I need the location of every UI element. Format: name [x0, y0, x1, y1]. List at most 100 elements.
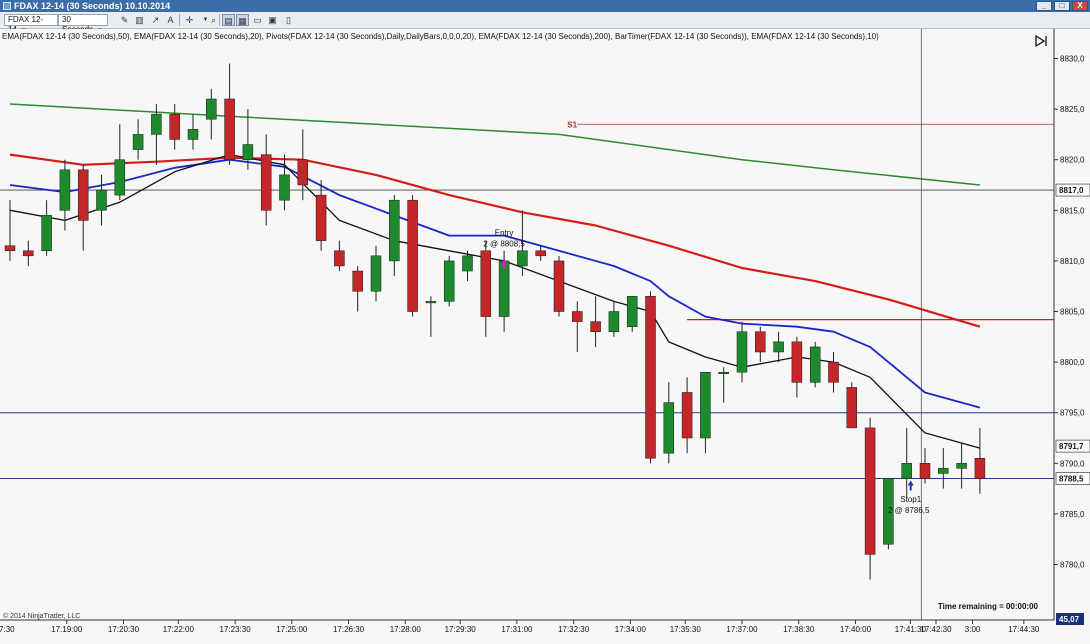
- candle-up: [151, 114, 161, 134]
- indicators-label: EMA(FDAX 12-14 (30 Seconds),50), EMA(FDA…: [2, 32, 879, 41]
- candle-up: [938, 468, 948, 473]
- candle-up: [719, 372, 729, 374]
- x-tick-label: 17:28:00: [390, 625, 422, 634]
- candle-up: [664, 403, 674, 454]
- copyright-text: © 2014 NinjaTrader, LLC: [3, 612, 80, 620]
- x-tick-label: 17:22:00: [163, 625, 195, 634]
- template-icon[interactable]: ▣: [266, 14, 279, 26]
- candle-down: [536, 251, 546, 256]
- x-tick-label: 17:31:00: [501, 625, 533, 634]
- window-title: FDAX 12-14 (30 Seconds) 10.10.2014: [14, 0, 170, 12]
- candle-up: [737, 332, 747, 372]
- candle-down: [316, 195, 326, 241]
- chart-window: FDAX 12-14 (30 Seconds) 10.10.2014 _ □ X…: [0, 0, 1090, 644]
- candle-up: [444, 261, 454, 301]
- y-tick-label: 8820,0: [1060, 156, 1085, 165]
- candle-up: [97, 190, 107, 210]
- app-icon: [3, 2, 11, 10]
- x-tick-label: 17:25:00: [276, 625, 308, 634]
- x-tick-label: 17:19:00: [51, 625, 83, 634]
- bar-chart-icon[interactable]: ▥: [133, 14, 146, 26]
- instrument-select[interactable]: FDAX 12-14▼: [4, 14, 58, 26]
- properties-icon[interactable]: ▤: [222, 14, 235, 26]
- x-tick-label: 17:32:30: [558, 625, 590, 634]
- candle-up: [627, 296, 637, 326]
- x-tick-label: 17:35:30: [670, 625, 702, 634]
- candle-down: [847, 387, 857, 427]
- candle-up: [280, 175, 290, 200]
- close-button[interactable]: X: [1072, 1, 1088, 11]
- candle-up: [902, 463, 912, 478]
- entry-label: Entry: [495, 229, 514, 238]
- crosshair-price-marker: 8817,0: [1059, 186, 1084, 195]
- y-tick-label: 8830,0: [1060, 55, 1085, 64]
- pencil-icon[interactable]: ✎: [118, 14, 131, 26]
- candle-down: [975, 458, 985, 478]
- candle-down: [334, 251, 344, 266]
- x-tick-label: 17:29:30: [445, 625, 477, 634]
- candle-down: [5, 246, 15, 251]
- candle-down: [591, 322, 601, 332]
- draw-tool-icon[interactable]: ↗: [149, 14, 162, 26]
- x-tick-label: 17:17:30: [0, 625, 15, 634]
- candle-up: [700, 372, 710, 438]
- stop-label: Stop1: [900, 495, 921, 504]
- candle-up: [499, 261, 509, 317]
- candle-down: [353, 271, 363, 291]
- chart-style-icon[interactable]: ▭: [251, 14, 264, 26]
- candle-up: [609, 312, 619, 332]
- candle-up: [243, 145, 253, 160]
- candle-down: [170, 114, 180, 139]
- y-tick-label: 8795,0: [1060, 409, 1085, 418]
- candle-up: [188, 129, 198, 139]
- price-chart[interactable]: 8830,08825,08820,08815,08810,08805,08800…: [0, 29, 1090, 644]
- candle-up: [389, 200, 399, 261]
- candle-down: [572, 312, 582, 322]
- screenshot-icon[interactable]: ▯: [282, 14, 295, 26]
- x-tick-label: 17:40:00: [840, 625, 872, 634]
- candle-up: [133, 134, 143, 149]
- y-tick-label: 8780,0: [1060, 561, 1085, 570]
- entry-detail: 2 @ 8808,5: [483, 240, 525, 249]
- candle-down: [792, 342, 802, 382]
- candle-up: [810, 347, 820, 382]
- chart-area[interactable]: 8830,08825,08820,08815,08810,08805,08800…: [0, 29, 1090, 644]
- scroll-to-end-icon[interactable]: [1034, 34, 1048, 48]
- candle-down: [755, 332, 765, 352]
- x-tick-label: 17:34:00: [615, 625, 647, 634]
- bar-type-icon[interactable]: ▦: [236, 14, 249, 26]
- y-tick-label: 8805,0: [1060, 308, 1085, 317]
- candle-down: [865, 428, 875, 555]
- maximize-button[interactable]: □: [1054, 1, 1070, 11]
- y-tick-label: 8810,0: [1060, 257, 1085, 266]
- candle-down: [920, 463, 930, 478]
- crosshair-icon[interactable]: ✛: [183, 14, 196, 26]
- pivot-s1-label: S1: [567, 120, 577, 129]
- candle-up: [426, 301, 436, 303]
- y-tick-label: 8790,0: [1060, 459, 1085, 468]
- candle-down: [23, 251, 33, 256]
- x-tick-label: 17:38:30: [783, 625, 815, 634]
- x-tick-label: 17:44:30: [1008, 625, 1040, 634]
- x-tick-label: 17:23:30: [220, 625, 252, 634]
- candle-down: [554, 261, 564, 312]
- last-price-marker: 8791,7: [1059, 442, 1084, 451]
- x-tick-label: 3:00: [965, 625, 981, 634]
- candle-down: [225, 99, 235, 160]
- stop-detail: 2 @ 8786,5: [888, 506, 930, 515]
- x-tick-label: 17:42:30: [920, 625, 952, 634]
- x-tick-label: 17:37:00: [726, 625, 758, 634]
- candle-up: [957, 463, 967, 468]
- candle-down: [298, 160, 308, 185]
- candle-up: [60, 170, 70, 210]
- candle-down: [78, 170, 88, 221]
- text-tool-icon[interactable]: A: [164, 14, 177, 26]
- time-remaining: Time remaining = 00:00:00: [938, 602, 1039, 611]
- stop-price-marker: 8788,5: [1059, 474, 1084, 483]
- candle-down: [408, 200, 418, 311]
- interval-select[interactable]: 30 Seconds▼: [58, 14, 108, 26]
- minimize-button[interactable]: _: [1036, 1, 1052, 11]
- y-tick-label: 8785,0: [1060, 510, 1085, 519]
- x-tick-label: 17:26:30: [333, 625, 365, 634]
- candle-up: [115, 160, 125, 195]
